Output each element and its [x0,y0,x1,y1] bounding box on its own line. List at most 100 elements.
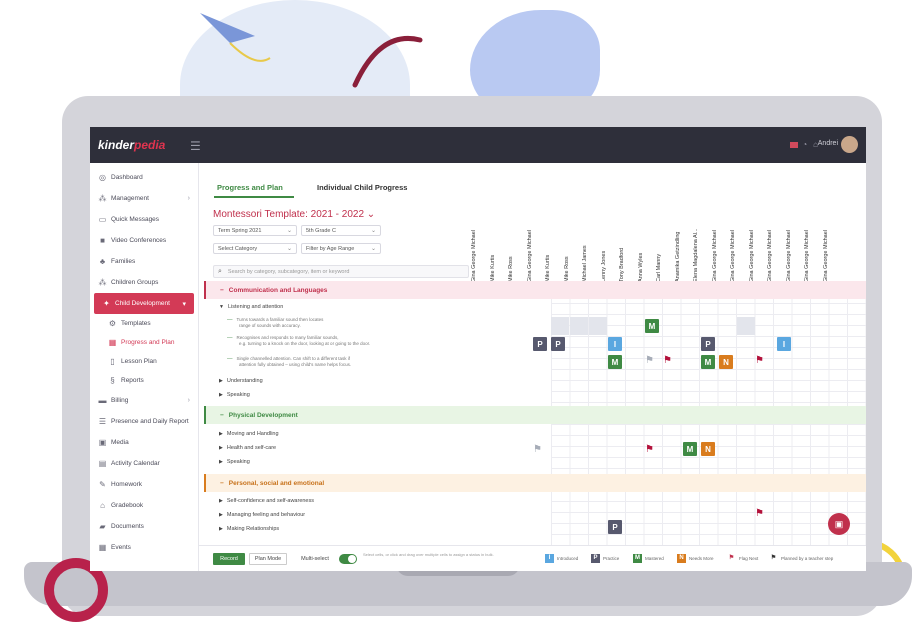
child-name[interactable]: Gina George Michael [786,218,796,288]
templates-icon: ⚙ [108,319,117,328]
billing-icon: ▬ [98,396,107,405]
child-name[interactable]: Mike Ross [564,218,574,288]
status-badge-mastered[interactable]: M [683,442,697,456]
child-name[interactable]: Lenny Jones [601,218,611,288]
status-badge-practice[interactable]: P [701,337,715,351]
child-name[interactable]: Tony Bradford [619,218,629,288]
reports-icon: § [110,376,115,385]
development-icon: ✦ [103,299,110,308]
status-badge-mastered[interactable]: M [645,319,659,333]
record-button[interactable]: Record [213,553,245,565]
sidebar-item-lesson-plan[interactable]: ▯ Lesson Plan [90,352,198,371]
app-logo[interactable]: kinderpedia [98,138,165,152]
status-badge-introduced[interactable]: I [608,337,622,351]
child-name[interactable]: Gina George Michael [527,218,537,288]
search-input[interactable]: ⌕ Search by category, subcategory, item o… [213,265,469,278]
child-name[interactable]: Mike Kurtis [545,218,555,288]
status-badge-needs-more[interactable]: N [701,442,715,456]
sidebar-item-media[interactable]: ▣ Media [90,432,198,453]
user-avatar[interactable] [841,136,858,153]
flag-icon[interactable]: ⚑ [755,355,767,367]
sidebar-item-activity-calendar[interactable]: ▤ Activity Calendar [90,453,198,474]
planned-cell[interactable] [570,317,588,335]
flag-icon[interactable]: ⚑ [645,444,657,456]
sidebar-item-presence[interactable]: ☰ Presence and Daily Report [90,411,198,432]
category-select[interactable]: Select Category ⌄ [213,243,297,254]
sidebar-item-families[interactable]: ♣ Families [90,251,198,272]
triangle-right-icon: ▶ [219,459,223,465]
sidebar-item-video-conferences[interactable]: ■ Video Conferences [90,230,198,251]
sidebar-item-progress-and-plan[interactable]: ▦ Progress and Plan [90,333,198,352]
planned-cell[interactable] [737,317,755,335]
sidebar-item-management[interactable]: ⁂ Management › [90,188,198,209]
child-name[interactable]: Mike Kurtis [490,218,500,288]
planned-cell[interactable] [551,317,569,335]
child-name[interactable]: Gina George Michael [767,218,777,288]
status-badge-introduced[interactable]: I [777,337,791,351]
subcategory-health[interactable]: ▶ Health and self-care [219,445,276,451]
category-physical[interactable]: − Physical Development [204,406,866,424]
subcategory-listening[interactable]: ▼ Listening and attention [219,304,283,310]
flag-icon[interactable]: ⚑ [645,355,657,367]
language-flag-icon[interactable] [790,141,799,148]
subcategory-moving[interactable]: ▶ Moving and Handling [219,431,279,437]
tab-progress-and-plan[interactable]: Progress and Plan [217,183,283,192]
chat-button[interactable]: ▣ [828,513,850,535]
sidebar-item-documents[interactable]: ▰ Documents [90,516,198,537]
child-name[interactable]: Mike Ross [508,218,518,288]
triangle-right-icon: ▶ [219,512,223,518]
group-select[interactable]: 5th Grade C ⌄ [301,225,381,236]
child-name[interactable]: Gina George Michael [712,218,722,288]
subcategory-managing[interactable]: ▶ Managing feeling and behaviour [219,512,305,518]
term-select[interactable]: Term Spring 2021 ⌄ [213,225,297,236]
sidebar-item-events[interactable]: ▦ Events [90,537,198,558]
child-name[interactable]: Gina George Michael [749,218,759,288]
sidebar-item-gradebook[interactable]: ⌂ Gradebook [90,495,198,516]
subcategory-speaking[interactable]: ▶ Speaking [219,392,250,398]
tab-individual-progress[interactable]: Individual Child Progress [317,183,407,192]
status-badge-practice[interactable]: P [533,337,547,351]
item-row[interactable]: — Turns towards a familiar sound then loc… [227,317,323,329]
sidebar-item-templates[interactable]: ⚙ Templates [90,314,198,333]
child-name[interactable]: Gina George Michael [471,218,481,288]
item-row[interactable]: — Recognises and responds to many familia… [227,335,370,347]
child-name[interactable]: Carl Manny [656,218,666,288]
child-name[interactable]: Michael James [582,218,592,288]
status-badge-mastered[interactable]: M [701,355,715,369]
child-name[interactable]: Anna Wyles [638,218,648,288]
sidebar-item-child-development[interactable]: ✦ Child Development ▾ [94,293,194,314]
multi-select-toggle[interactable] [339,554,357,564]
child-name[interactable]: Elena Magdalena Al... [693,218,703,288]
sidebar-item-quick-messages[interactable]: ▭ Quick Messages [90,209,198,230]
subcategory-relationships[interactable]: ▶ Making Relationships [219,526,279,532]
flag-icon[interactable]: ⚑ [663,355,675,367]
hamburger-menu-icon[interactable]: ☰ [190,139,201,153]
sidebar-item-reports[interactable]: § Reports [90,371,198,390]
sidebar-item-billing[interactable]: ▬ Billing › [90,390,198,411]
subcategory-understanding[interactable]: ▶ Understanding [219,378,263,384]
plan-mode-button[interactable]: Plan Mode [249,553,287,565]
flag-icon[interactable]: ⚑ [755,508,767,520]
status-badge-mastered[interactable]: M [608,355,622,369]
status-badge-practice[interactable]: P [608,520,622,534]
child-name[interactable]: Gina George Michael [823,218,833,288]
user-name[interactable]: Andrei [818,140,838,147]
item-row[interactable]: — Single channelled attention. Can shift … [227,356,351,368]
category-personal[interactable]: − Personal, social and emotional [204,474,866,492]
template-title[interactable]: Montessori Template: 2021 - 2022 ⌄ [213,209,375,220]
bell-icon[interactable]: ◔ [802,140,813,149]
status-badge-practice[interactable]: P [551,337,565,351]
planned-cell[interactable] [589,317,607,335]
category-communication[interactable]: − Communication and Languages [204,281,866,299]
sidebar-item-children-groups[interactable]: ⁂ Children Groups [90,272,198,293]
child-name[interactable]: Gina George Michael [730,218,740,288]
subcategory-speaking-2[interactable]: ▶ Speaking [219,459,250,465]
age-select[interactable]: Filter by Age Range ⌄ [301,243,381,254]
child-name[interactable]: Gina George Michael [804,218,814,288]
sidebar-item-homework[interactable]: ✎ Homework [90,474,198,495]
child-name[interactable]: Anamika Getzindling [675,218,685,288]
sidebar-item-dashboard[interactable]: ◎ Dashboard [90,167,198,188]
status-badge-needs-more[interactable]: N [719,355,733,369]
subcategory-self-confidence[interactable]: ▶ Self-confidence and self-awareness [219,498,314,504]
flag-icon[interactable]: ⚑ [533,444,545,456]
